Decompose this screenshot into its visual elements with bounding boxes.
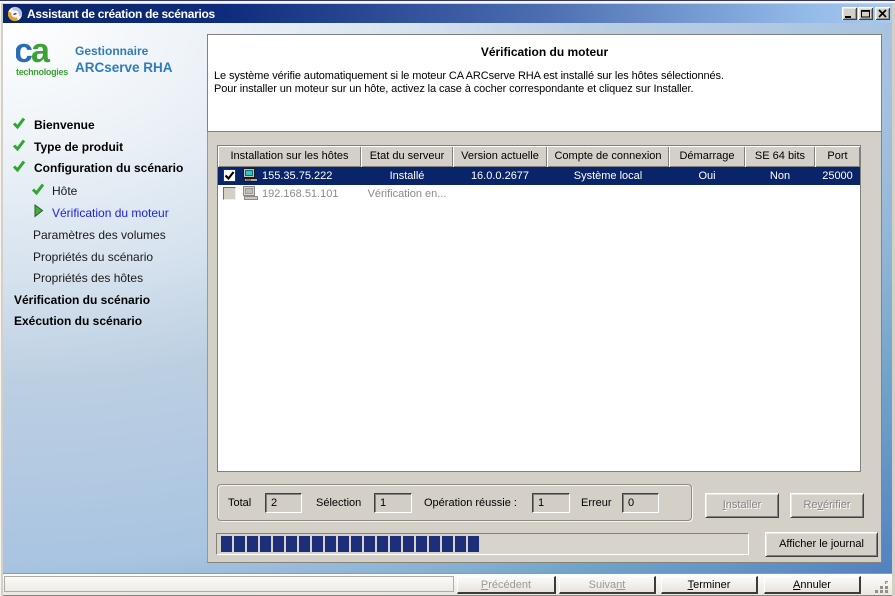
svg-text:a: a xyxy=(31,33,51,70)
svg-text:technologies: technologies xyxy=(16,67,68,77)
